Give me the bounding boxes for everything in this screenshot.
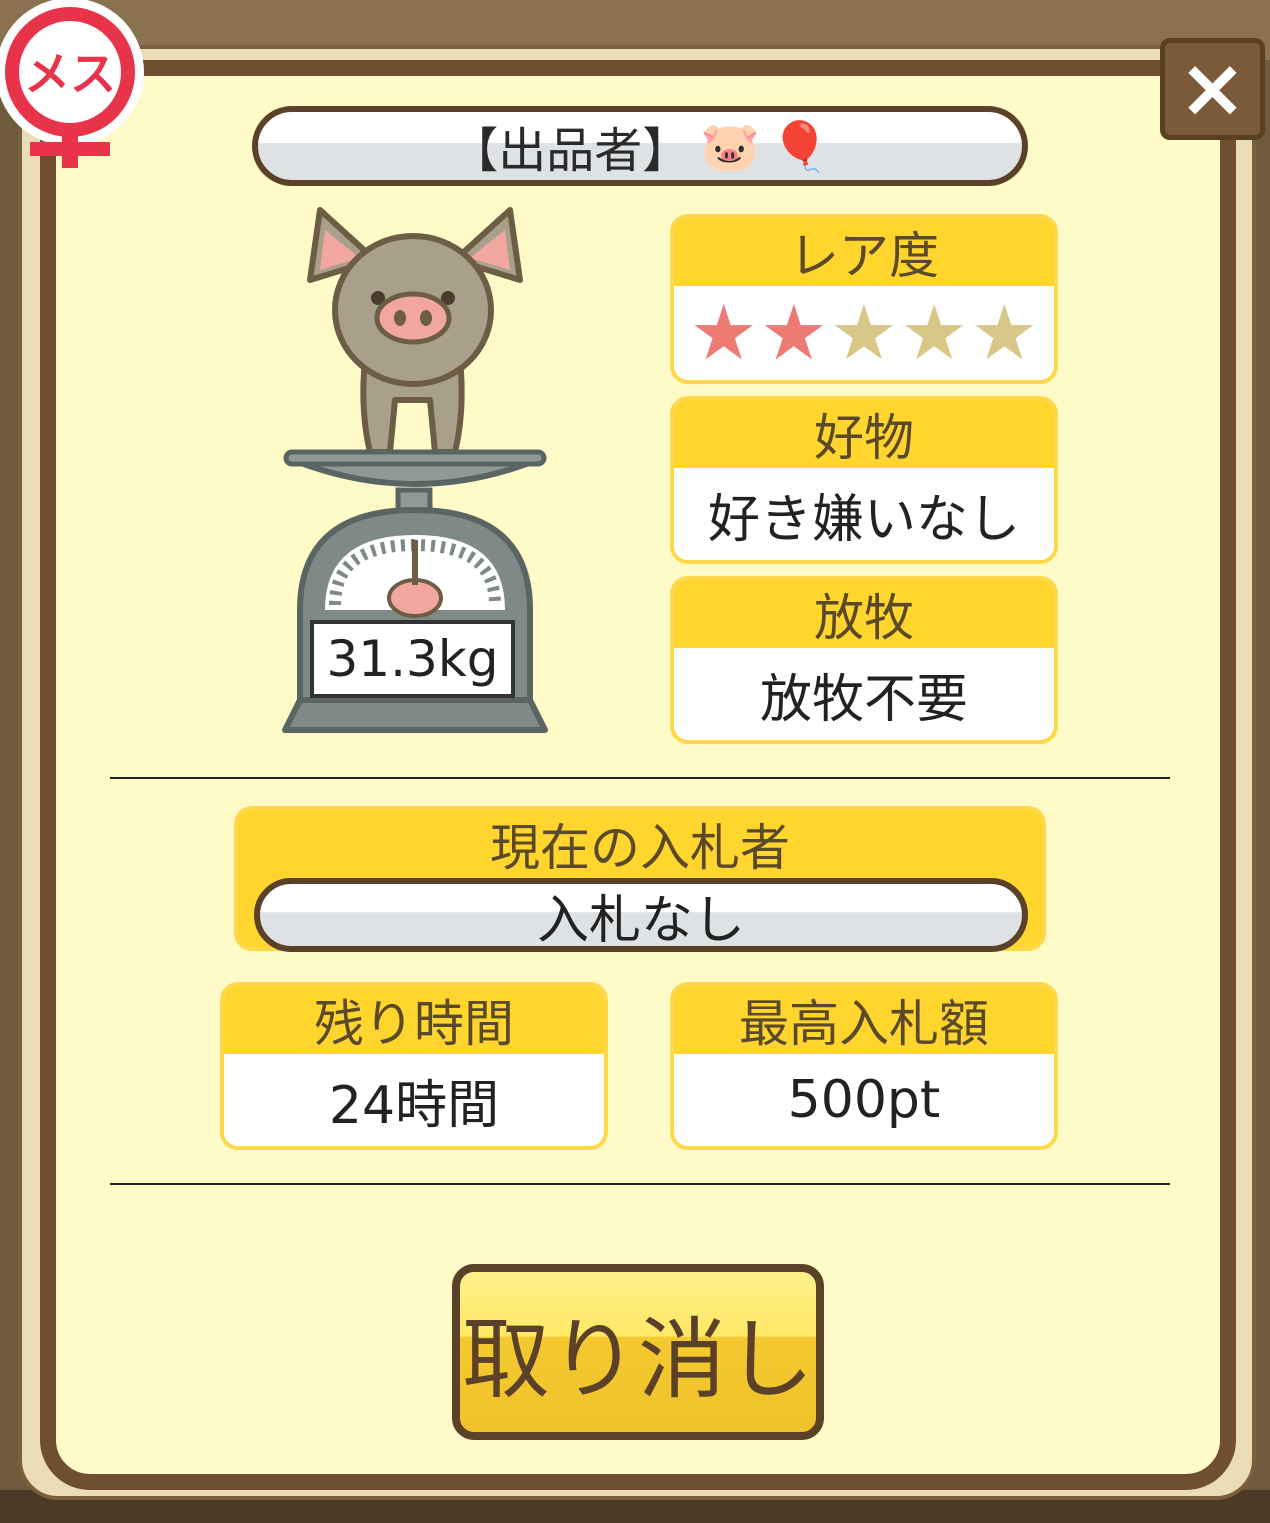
- max-bid-value: 500pt: [787, 1070, 941, 1130]
- seller-field: 【出品者】 🐷 🎈: [252, 106, 1028, 186]
- grazing-card: 放牧 放牧不要: [670, 576, 1058, 744]
- cancel-button[interactable]: 取り消し: [452, 1264, 824, 1440]
- close-button[interactable]: ×: [1160, 38, 1265, 140]
- rarity-label: レア度: [674, 218, 1054, 286]
- weight-readout: 31.3kg: [310, 620, 515, 698]
- rarity-stars: ★ ★ ★ ★ ★: [690, 295, 1039, 371]
- star-empty-icon: ★: [900, 288, 969, 377]
- time-left-card: 残り時間 24時間: [220, 982, 608, 1150]
- divider-top: [110, 777, 1170, 779]
- favorite-food-label: 好物: [674, 400, 1054, 468]
- time-left-label: 残り時間: [224, 986, 604, 1054]
- grazing-value: 放牧不要: [759, 669, 968, 730]
- seller-label: 【出品者】: [450, 123, 691, 179]
- star-empty-icon: ★: [829, 288, 899, 377]
- star-filled-icon: ★: [759, 288, 828, 377]
- current-bidder-card: 現在の入札者 入札なし: [234, 806, 1046, 952]
- close-icon: ×: [1178, 41, 1247, 136]
- time-left-value: 24時間: [328, 1075, 500, 1136]
- favorite-food-value: 好き嫌いなし: [707, 489, 1020, 550]
- divider-bottom: [110, 1183, 1170, 1185]
- max-bid-label: 最高入札額: [674, 986, 1054, 1054]
- female-badge: メス: [0, 0, 150, 175]
- favorite-food-card: 好物 好き嫌いなし: [670, 396, 1058, 564]
- pig-face-icon: 🐷: [700, 118, 760, 175]
- star-empty-icon: ★: [970, 288, 1039, 377]
- balloon-icon: 🎈: [770, 118, 830, 175]
- female-badge-label: メス: [24, 47, 116, 101]
- star-filled-icon: ★: [689, 288, 758, 377]
- current-bidder-label: 現在の入札者: [490, 819, 790, 877]
- current-bidder-value: 入札なし: [254, 878, 1028, 952]
- weight-value: 31.3kg: [326, 630, 499, 688]
- female-symbol-icon: メス: [0, 0, 144, 168]
- grazing-label: 放牧: [674, 580, 1054, 648]
- max-bid-card: 最高入札額 500pt: [670, 982, 1058, 1150]
- rarity-card: レア度 ★ ★ ★ ★ ★: [670, 214, 1058, 384]
- cancel-button-label: 取り消し: [461, 1307, 814, 1411]
